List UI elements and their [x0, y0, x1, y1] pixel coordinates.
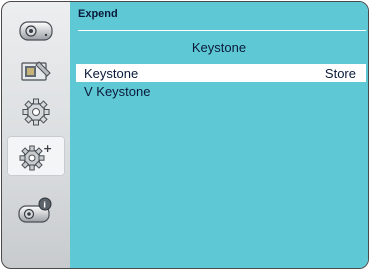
menu-panel: Expend Keystone Keystone Store V Keyston… — [70, 2, 368, 268]
svg-text:+: + — [43, 142, 52, 155]
header-divider — [78, 30, 366, 31]
sidebar-item-display[interactable] — [7, 10, 65, 50]
svg-text:i: i — [43, 200, 46, 209]
info-projector-icon: i — [16, 195, 56, 225]
expand-gear-icon: + — [16, 141, 56, 171]
section-title: Keystone — [191, 40, 247, 55]
menu-item-label: Keystone — [84, 66, 139, 81]
image-settings-icon — [17, 57, 55, 85]
sidebar-item-info[interactable]: i — [7, 190, 65, 230]
menu-item-v-keystone[interactable]: V Keystone — [76, 82, 366, 100]
sidebar: + i — [2, 2, 70, 268]
menu-window: + i Expend Keystone Keystone Store V Key… — [1, 1, 369, 269]
sidebar-item-image[interactable] — [7, 51, 65, 91]
menu-item-label: V Keystone — [84, 84, 151, 99]
sidebar-item-setting[interactable] — [7, 92, 65, 132]
setting-gear-icon — [17, 97, 55, 127]
projector-icon — [17, 16, 55, 44]
menu-item-keystone[interactable]: Keystone Store — [76, 64, 366, 82]
menu-header: Expend — [78, 8, 118, 20]
menu-item-value: Store — [324, 66, 356, 81]
sidebar-item-expand[interactable]: + — [7, 136, 65, 176]
